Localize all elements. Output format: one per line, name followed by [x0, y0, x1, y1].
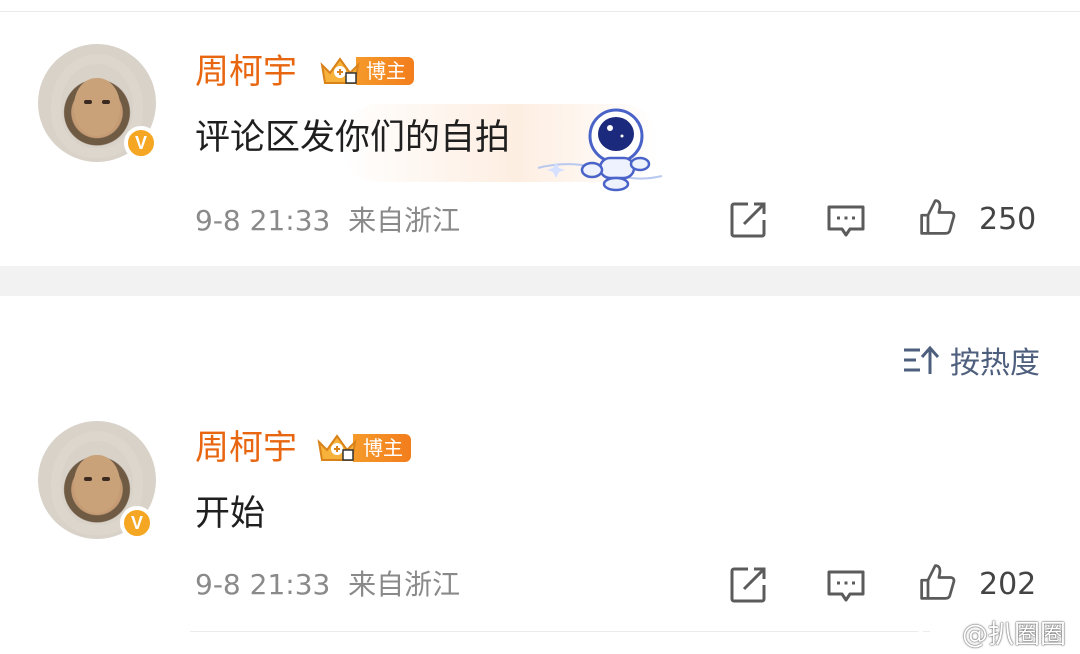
location: 来自浙江: [348, 568, 461, 601]
comment-meta: 9-8 21:33 来自浙江: [195, 571, 460, 599]
share-icon[interactable]: [728, 565, 768, 605]
verified-badge: V: [120, 506, 154, 540]
like-icon[interactable]: [918, 562, 958, 602]
sort-label: 按热度: [950, 346, 1040, 381]
like-count: 202: [979, 567, 1037, 602]
comment-text: 开始: [195, 494, 266, 534]
crown-icon: [317, 434, 357, 461]
comment-item: V 周柯宇 博主 开始 9-8 21:33 来自浙江 202: [0, 0, 1080, 603]
timestamp: 9-8 21:33: [195, 568, 331, 601]
username[interactable]: 周柯宇: [195, 431, 297, 465]
comment-icon[interactable]: [826, 566, 866, 606]
author-badge: 博主: [315, 432, 411, 464]
weibo-logo-icon: [916, 619, 956, 648]
sort-icon: [904, 345, 940, 374]
watermark: @扒圈圈: [916, 614, 1066, 651]
author-badge-label: 博主: [353, 434, 411, 462]
section-separator: [0, 266, 1080, 296]
bottom-divider: [190, 631, 930, 632]
watermark-text: @扒圈圈: [962, 620, 1067, 650]
sort-toggle[interactable]: 按热度: [902, 338, 1040, 382]
